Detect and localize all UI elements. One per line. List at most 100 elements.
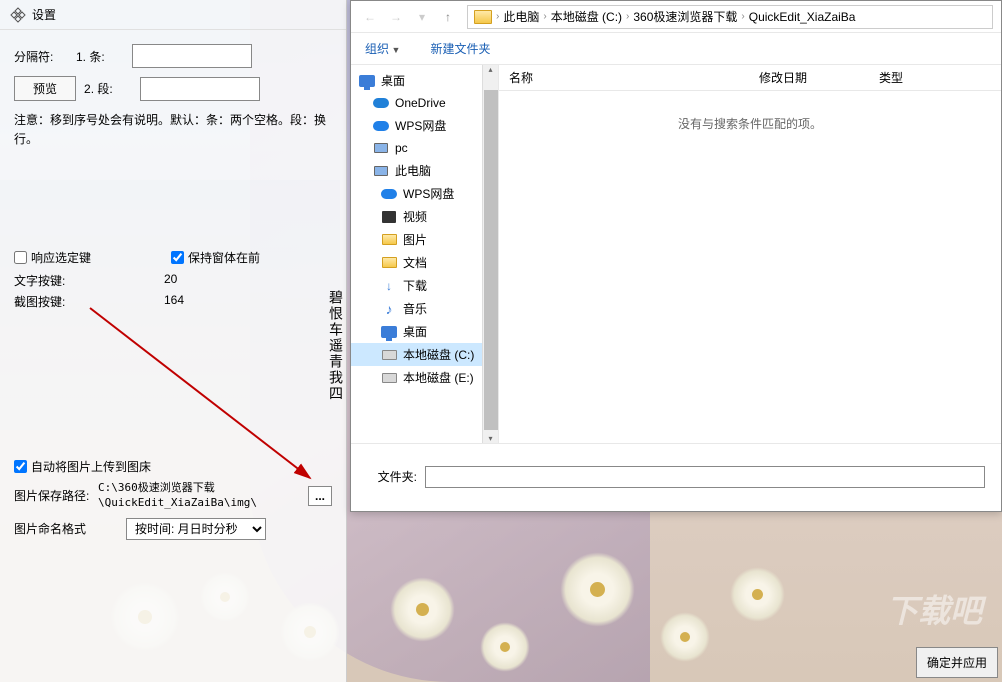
tree-item-label: OneDrive <box>395 96 446 110</box>
tree-item[interactable]: 桌面 <box>351 69 498 92</box>
monitor-icon <box>373 163 389 179</box>
item2-label: 2. 段: <box>84 80 132 97</box>
tree-item-label: WPS网盘 <box>395 117 446 134</box>
tree-item-label: 本地磁盘 (E:) <box>403 369 474 386</box>
tree-item-label: 下载 <box>403 277 427 294</box>
screenshot-key-label: 截图按键: <box>14 293 164 310</box>
drive-icon <box>381 370 397 386</box>
tree-item[interactable]: 图片 <box>351 228 498 251</box>
tree-item[interactable]: ♪ 音乐 <box>351 297 498 320</box>
tree-item[interactable]: 桌面 <box>351 320 498 343</box>
item1-input[interactable] <box>132 44 252 68</box>
breadcrumb-item[interactable]: QuickEdit_XiaZaiBa <box>749 10 856 24</box>
watermark-logo: 下载吧 <box>886 586 982 632</box>
download-icon: ↓ <box>381 278 397 294</box>
music-icon: ♪ <box>381 301 397 317</box>
scrollbar[interactable]: ▴▾ <box>482 65 498 443</box>
chevron-right-icon: › <box>496 11 499 22</box>
response-checkbox[interactable]: 响应选定键 <box>14 249 91 266</box>
tree-item[interactable]: 视频 <box>351 205 498 228</box>
tree-item-label: 文档 <box>403 254 427 271</box>
cloud-wps-icon <box>381 186 397 202</box>
tree-item-label: 桌面 <box>403 323 427 340</box>
folder-icon <box>474 10 492 24</box>
keepfront-checkbox[interactable]: 保持窗体在前 <box>171 249 260 266</box>
breadcrumb-item[interactable]: 此电脑 <box>503 8 539 25</box>
dialog-nav-bar: ← → ▾ ↑ › 此电脑 › 本地磁盘 (C:) › 360极速浏览器下载 ›… <box>351 1 1001 33</box>
tree-item[interactable]: WPS网盘 <box>351 114 498 137</box>
autoupload-checkbox[interactable]: 自动将图片上传到图床 <box>14 458 332 475</box>
autoupload-checkbox-input[interactable] <box>14 460 27 473</box>
preview-button[interactable]: 预览 <box>14 76 76 101</box>
tree-item[interactable]: pc <box>351 137 498 159</box>
tree-item-label: 音乐 <box>403 300 427 317</box>
nav-forward-button[interactable]: → <box>385 6 407 28</box>
monitor-icon <box>373 140 389 156</box>
chevron-right-icon: › <box>626 11 629 22</box>
keepfront-checkbox-input[interactable] <box>171 251 184 264</box>
tree-item-label: 桌面 <box>381 72 405 89</box>
ok-apply-button[interactable]: 确定并应用 <box>916 647 998 678</box>
tree-item[interactable]: OneDrive <box>351 92 498 114</box>
naming-label: 图片命名格式 <box>14 520 86 537</box>
empty-message: 没有与搜索条件匹配的项。 <box>499 91 1001 156</box>
text-key-label: 文字按键: <box>14 272 164 289</box>
desktop-icon <box>359 73 375 89</box>
naming-dropdown[interactable]: 按时间: 月日时分秒 <box>126 518 266 540</box>
settings-header: 设置 <box>0 0 346 30</box>
folder-name-input[interactable] <box>425 466 985 488</box>
dialog-footer: 文件夹: <box>351 443 1001 509</box>
tree-item-label: WPS网盘 <box>403 185 454 202</box>
col-date-header[interactable]: 修改日期 <box>759 69 879 86</box>
folder-icon <box>381 255 397 271</box>
browse-button[interactable]: ... <box>308 486 332 506</box>
folder-tree[interactable]: 桌面OneDriveWPS网盘pc此电脑WPS网盘视频图片文档↓下载♪音乐桌面本… <box>351 65 499 443</box>
settings-icon <box>10 7 26 23</box>
settings-title: 设置 <box>32 6 56 23</box>
item1-label: 1. 条: <box>76 48 124 65</box>
breadcrumb[interactable]: › 此电脑 › 本地磁盘 (C:) › 360极速浏览器下载 › QuickEd… <box>467 5 993 29</box>
tree-item[interactable]: 文档 <box>351 251 498 274</box>
item2-input[interactable] <box>140 77 260 101</box>
file-list-area: 名称 修改日期 类型 没有与搜索条件匹配的项。 <box>499 65 1001 443</box>
nav-back-button[interactable]: ← <box>359 6 381 28</box>
note-text: 注意：移到序号处会有说明。默认：条：两个空格。段：换行。 <box>14 111 332 149</box>
dialog-toolbar: 组织 新建文件夹 <box>351 33 1001 65</box>
cloud-wps-icon <box>373 118 389 134</box>
separator-label: 分隔符: <box>14 48 68 65</box>
col-name-header[interactable]: 名称 <box>509 69 759 86</box>
tree-item[interactable]: 本地磁盘 (E:) <box>351 366 498 389</box>
response-checkbox-input[interactable] <box>14 251 27 264</box>
breadcrumb-item[interactable]: 本地磁盘 (C:) <box>551 8 622 25</box>
screenshot-key-value: 164 <box>164 293 184 310</box>
vertical-poem-text: 碧恨车遥青我四 <box>326 290 346 402</box>
tree-item-label: 视频 <box>403 208 427 225</box>
tree-item-label: pc <box>395 141 408 155</box>
folder-icon <box>381 232 397 248</box>
chevron-right-icon: › <box>543 11 546 22</box>
drive-icon <box>381 347 397 363</box>
img-path-label: 图片保存路径: <box>14 487 92 504</box>
breadcrumb-item[interactable]: 360极速浏览器下载 <box>633 8 737 25</box>
desktop-icon <box>381 324 397 340</box>
settings-panel: 设置 分隔符: 1. 条: 预览 2. 段: 注意：移到序号处会有说明。默认：条… <box>0 0 347 682</box>
cloud-icon <box>373 95 389 111</box>
img-path-value: C:\360极速浏览器下载\QuickEdit_XiaZaiBa\img\ <box>98 481 278 510</box>
folder-name-label: 文件夹: <box>367 468 417 485</box>
nav-recent-button[interactable]: ▾ <box>411 6 433 28</box>
chevron-right-icon: › <box>741 11 744 22</box>
column-headers: 名称 修改日期 类型 <box>499 65 1001 91</box>
text-key-value: 20 <box>164 272 177 289</box>
folder-browse-dialog: ← → ▾ ↑ › 此电脑 › 本地磁盘 (C:) › 360极速浏览器下载 ›… <box>350 0 1002 512</box>
nav-up-button[interactable]: ↑ <box>437 6 459 28</box>
tree-item[interactable]: 此电脑 <box>351 159 498 182</box>
col-type-header[interactable]: 类型 <box>879 69 991 86</box>
tree-item-label: 此电脑 <box>395 162 431 179</box>
organize-button[interactable]: 组织 <box>365 40 400 57</box>
tree-item[interactable]: ↓ 下载 <box>351 274 498 297</box>
tree-item[interactable]: 本地磁盘 (C:) <box>351 343 498 366</box>
video-icon <box>381 209 397 225</box>
tree-item-label: 图片 <box>403 231 427 248</box>
new-folder-button[interactable]: 新建文件夹 <box>430 40 490 57</box>
tree-item[interactable]: WPS网盘 <box>351 182 498 205</box>
